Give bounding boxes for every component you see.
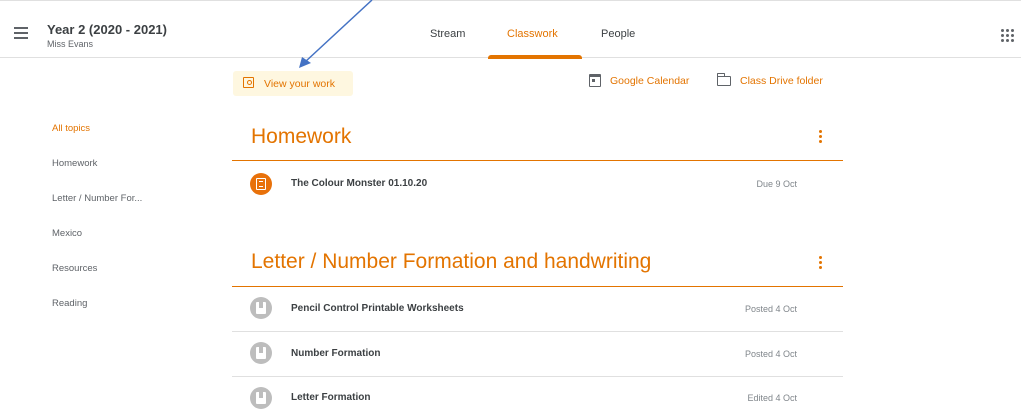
item-title[interactable]: Letter Formation [291, 392, 370, 403]
top-bar: Year 2 (2020 - 2021) Miss Evans Stream C… [0, 0, 1021, 59]
item-edited-date: Edited 4 Oct [747, 393, 797, 403]
section-divider [232, 160, 843, 161]
tab-classwork[interactable]: Classwork [507, 28, 558, 40]
section-divider [232, 286, 843, 287]
section-title-homework: Homework [251, 125, 352, 148]
calendar-icon[interactable] [589, 74, 601, 87]
topic-letter-number[interactable]: Letter / Number For... [52, 193, 142, 204]
item-posted-date: Posted 4 Oct [744, 349, 797, 359]
material-icon [250, 342, 272, 364]
topic-homework[interactable]: Homework [52, 158, 97, 169]
class-name[interactable]: Year 2 (2020 - 2021) [47, 22, 167, 37]
folder-icon[interactable] [716, 73, 731, 86]
google-calendar-link[interactable]: Google Calendar [610, 75, 689, 87]
topic-reading[interactable]: Reading [52, 298, 87, 309]
topic-all[interactable]: All topics [52, 123, 90, 134]
row-divider [232, 331, 843, 332]
more-vert-icon[interactable] [819, 256, 822, 271]
material-icon [250, 387, 272, 409]
active-tab-indicator [488, 55, 582, 59]
apps-grid-icon[interactable] [1001, 29, 1014, 42]
row-divider [232, 376, 843, 377]
tab-people[interactable]: People [601, 28, 635, 40]
material-icon [250, 297, 272, 319]
view-your-work-label: View your work [264, 78, 335, 90]
annotation-arrow [299, 0, 373, 68]
item-posted-date: Posted 4 Oct [744, 304, 797, 314]
view-your-work-button[interactable]: View your work [233, 71, 353, 96]
section-title-letter-number: Letter / Number Formation and handwritin… [251, 250, 652, 273]
assignment-person-icon [243, 77, 254, 88]
topic-resources[interactable]: Resources [52, 263, 97, 274]
menu-icon[interactable] [14, 27, 28, 42]
item-due-date: Due 9 Oct [756, 179, 797, 189]
item-title[interactable]: The Colour Monster 01.10.20 [291, 178, 427, 189]
topic-mexico[interactable]: Mexico [52, 228, 82, 239]
item-title[interactable]: Number Formation [291, 348, 380, 359]
teacher-name: Miss Evans [47, 39, 94, 49]
item-title[interactable]: Pencil Control Printable Worksheets [291, 303, 464, 314]
class-drive-folder-link[interactable]: Class Drive folder [740, 75, 823, 87]
assignment-icon [250, 173, 272, 195]
more-vert-icon[interactable] [819, 130, 822, 145]
tab-stream[interactable]: Stream [430, 28, 465, 40]
